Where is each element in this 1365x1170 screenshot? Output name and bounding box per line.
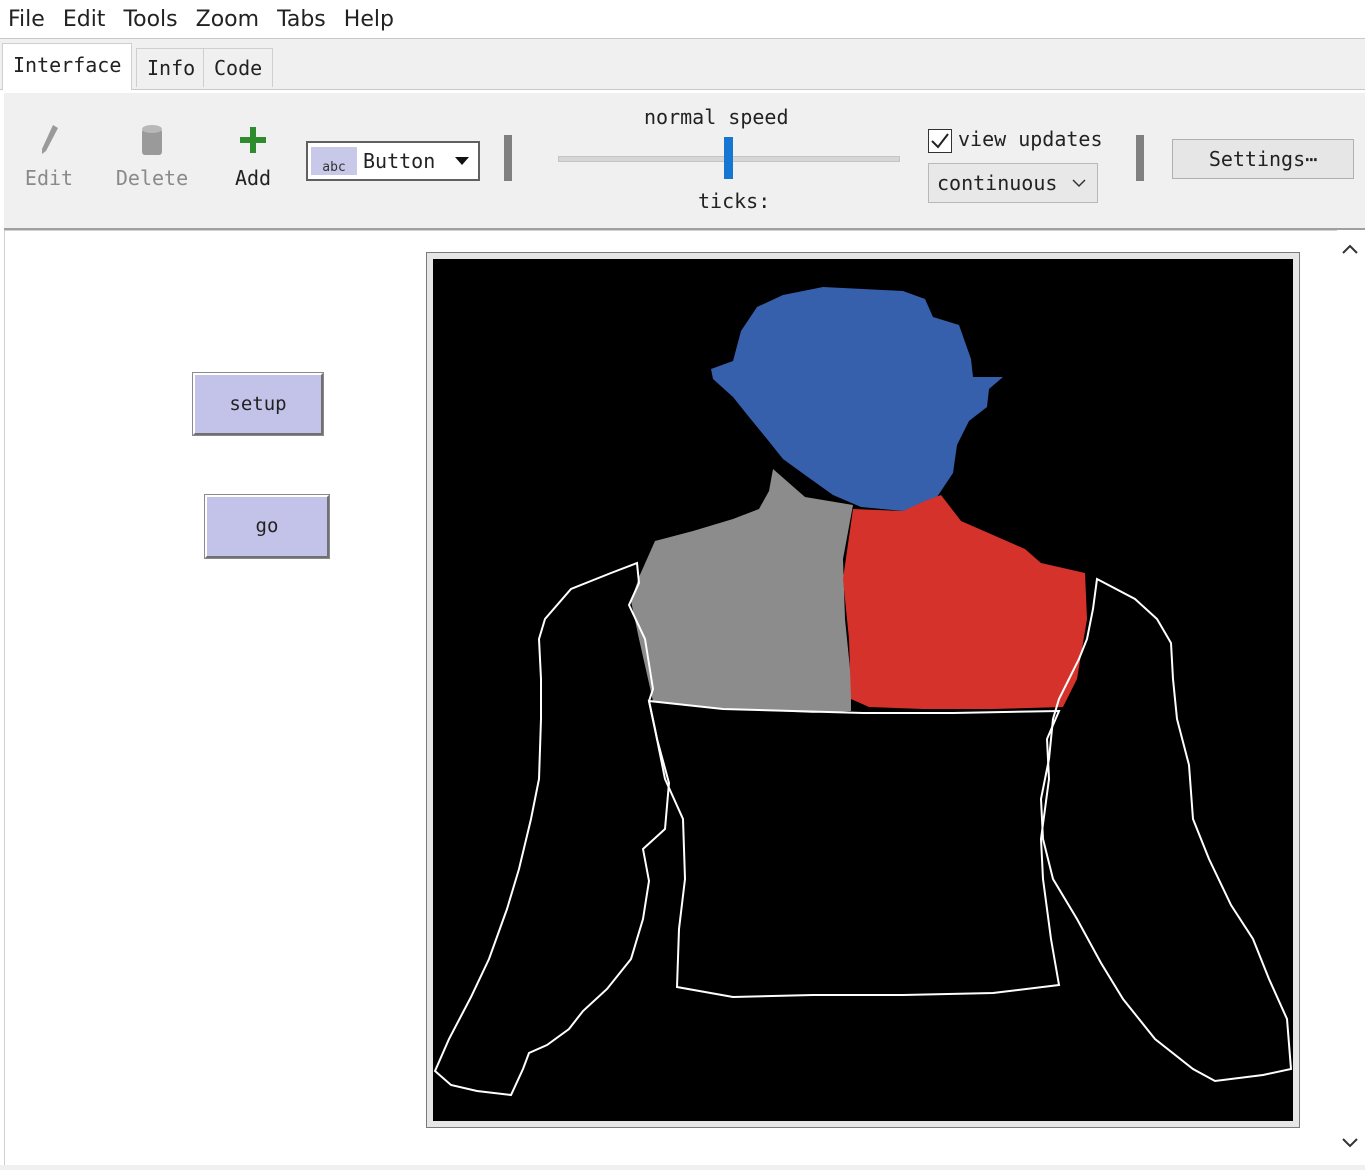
- widget-type-select[interactable]: abc Button: [306, 141, 480, 181]
- view-updates-checkbox[interactable]: [928, 129, 952, 153]
- head-shape: [711, 287, 1003, 511]
- world-view[interactable]: [433, 259, 1293, 1121]
- pencil-icon: [42, 125, 58, 154]
- edit-button[interactable]: Edit: [22, 123, 76, 190]
- delete-button[interactable]: Delete: [112, 123, 192, 190]
- interface-toolbar: Edit Delete Add abc Button normal speed …: [4, 93, 1365, 230]
- menu-file[interactable]: File: [8, 7, 45, 32]
- left-shoulder-shape: [631, 469, 853, 713]
- update-mode-select[interactable]: continuous: [928, 163, 1098, 203]
- scroll-up-icon[interactable]: [1341, 242, 1359, 256]
- setup-button[interactable]: setup: [192, 372, 324, 436]
- menu-help[interactable]: Help: [344, 7, 394, 32]
- go-button[interactable]: go: [204, 494, 330, 559]
- update-mode-value: continuous: [937, 171, 1058, 195]
- menu-bar: File Edit Tools Zoom Tabs Help: [0, 0, 1365, 39]
- status-strip: [0, 1165, 1365, 1170]
- plus-icon: [240, 127, 266, 153]
- toolbar-separator: [504, 135, 512, 181]
- ticks-counter: ticks:: [698, 189, 771, 213]
- tab-info[interactable]: Info: [136, 48, 207, 87]
- right-shoulder-shape: [843, 495, 1087, 709]
- trash-icon: [142, 125, 162, 155]
- edit-label: Edit: [24, 166, 74, 190]
- checkmark-icon: [931, 133, 949, 149]
- tab-interface[interactable]: Interface: [2, 43, 133, 90]
- world-view-drawing: [433, 287, 1293, 1097]
- settings-button[interactable]: Settings⋯: [1172, 139, 1354, 179]
- interface-scrollbar[interactable]: [1337, 230, 1365, 1165]
- view-updates-label: view updates: [958, 127, 1103, 151]
- left-arm-outline: [433, 561, 671, 1097]
- button-widget-icon: abc: [311, 147, 357, 175]
- menu-tools[interactable]: Tools: [123, 7, 177, 32]
- add-label: Add: [234, 166, 272, 190]
- speed-label: normal speed: [644, 105, 789, 129]
- menu-edit[interactable]: Edit: [63, 7, 106, 32]
- tab-code[interactable]: Code: [203, 48, 274, 87]
- dropdown-arrow-icon: [455, 157, 469, 165]
- menu-zoom[interactable]: Zoom: [196, 7, 259, 32]
- tab-bar: Interface Info Code: [0, 39, 1365, 90]
- add-button[interactable]: Add: [230, 123, 276, 190]
- speed-slider-thumb[interactable]: [723, 137, 733, 179]
- widget-type-value: Button: [363, 149, 436, 173]
- menu-tabs[interactable]: Tabs: [277, 7, 326, 32]
- chevron-down-icon: [1072, 179, 1086, 188]
- scroll-down-icon[interactable]: [1341, 1136, 1359, 1150]
- torso-outline: [647, 699, 1061, 999]
- toolbar-separator: [1136, 135, 1144, 181]
- delete-label: Delete: [115, 166, 189, 190]
